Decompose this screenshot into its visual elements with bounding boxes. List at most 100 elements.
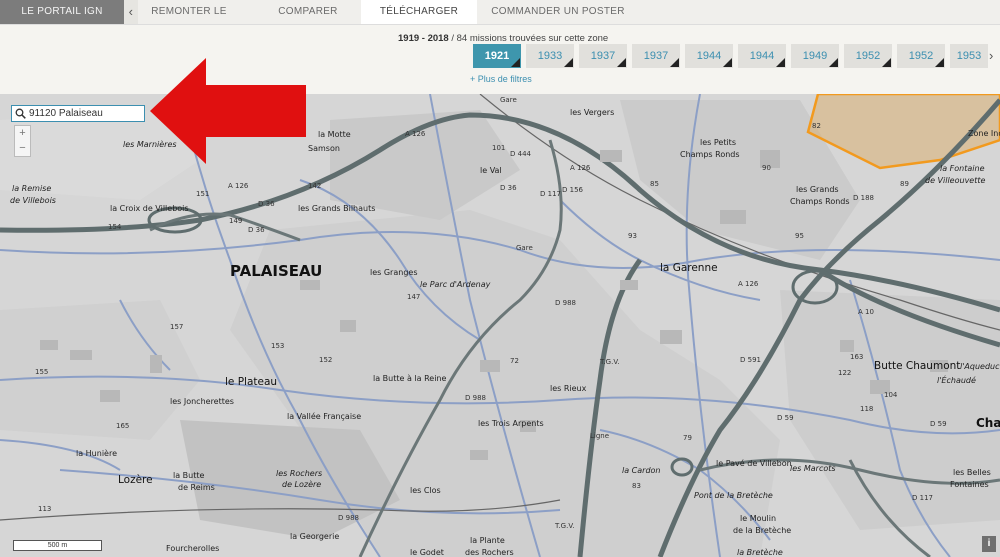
elevation-label: 90 [762, 164, 771, 172]
zoom-out-button[interactable]: − [15, 141, 30, 156]
year-button[interactable]: 1953 [950, 44, 988, 68]
more-filters-link[interactable]: + Plus de filtres [470, 74, 532, 84]
corner-icon [829, 58, 838, 67]
year-button[interactable]: 1952 [844, 44, 892, 68]
map-label-la-vallee-francaise: la Vallée Française [287, 412, 362, 421]
tab-remonter-le-temps[interactable]: REMONTER LE TEMPS [140, 0, 238, 41]
map-label-la-plante: la Plante [470, 536, 505, 545]
map-label-l-echaude: l'Échaudé [937, 376, 976, 385]
chevron-right-icon[interactable]: › [989, 48, 993, 63]
year-button[interactable]: 1921 [473, 44, 521, 68]
map-label-les-grands: les Grands [796, 185, 839, 194]
map-label-les-granges: les Granges [370, 268, 418, 277]
road-label: D 988 [465, 394, 486, 402]
year-label: 1933 [537, 50, 563, 62]
map-label-lozere: Lozère [118, 474, 153, 486]
elevation-label: 163 [850, 353, 864, 361]
elevation-label: 157 [170, 323, 184, 331]
road-label: D 156 [562, 186, 583, 194]
elevation-label: 165 [116, 422, 130, 430]
top-nav: LE PORTAIL IGN ‹ REMONTER LE TEMPS COMPA… [0, 0, 1000, 41]
map-label-les-petits: les Petits [700, 138, 736, 147]
chevron-left-icon[interactable]: ‹ [124, 0, 138, 24]
road-label: D 117 [540, 190, 561, 198]
urban-area [780, 290, 1000, 530]
road-label: D 988 [555, 299, 576, 307]
map-label-la-motte: la Motte [318, 130, 351, 139]
road-label: D 117 [912, 494, 933, 502]
year-label: 1949 [802, 50, 828, 62]
elevation-label: 155 [35, 368, 49, 376]
road-label: D 591 [740, 356, 761, 364]
year-button[interactable]: 1949 [791, 44, 839, 68]
red-arrow-annotation [150, 58, 306, 164]
road-label: A 126 [228, 182, 249, 190]
year-button[interactable]: 1952 [897, 44, 945, 68]
corner-icon [511, 58, 520, 67]
map-label-butte-chaumont: Butte Chaumont [874, 360, 961, 372]
search-field[interactable]: 91120 Palaiseau [11, 105, 145, 122]
elevation-label: 152 [319, 356, 333, 364]
year-label: 1937 [590, 50, 616, 62]
info-button[interactable]: i [982, 536, 996, 552]
road-label: D 59 [930, 420, 947, 428]
search-value: 91120 Palaiseau [29, 108, 103, 119]
tab-telecharger[interactable]: TÉLÉCHARGER [361, 0, 477, 24]
map-label-la-garenne: la Garenne [660, 262, 718, 274]
map-label-fourcherolles: Fourcherolles [166, 544, 220, 553]
map-label-champs-ronds-2: Champs Ronds [790, 197, 850, 206]
year-label: 1952 [908, 50, 934, 62]
map-label-l-aqueduc: l'Aqueduc [960, 362, 1000, 371]
map-label-les-belles: les Belles [953, 468, 991, 477]
map-label-les-clos: les Clos [410, 486, 441, 495]
corner-icon [882, 58, 891, 67]
tab-comparer[interactable]: COMPARER [262, 0, 354, 24]
road-label: D 188 [853, 194, 874, 202]
map-label-les-marcots: les Marcots [790, 464, 836, 473]
map-label-les-rieux: les Rieux [550, 384, 587, 393]
map-label-fontaines: Fontaines [950, 480, 989, 489]
road-label: D 36 [258, 200, 275, 208]
map-label-les-trois-arpents: les Trois Arpents [478, 419, 544, 428]
map-label-palaiseau: PALAISEAU [230, 262, 323, 280]
corner-icon [670, 58, 679, 67]
road-label: A 126 [405, 130, 426, 138]
map-label-de-villeouvette: de Villeouvette [925, 176, 986, 185]
elevation-label: 89 [900, 180, 909, 188]
map-label-la-breteche: la Bretèche [737, 548, 783, 557]
road-label: D 36 [248, 226, 265, 234]
year-label: 1952 [855, 50, 881, 62]
tab-commander-un-poster[interactable]: COMMANDER UN POSTER [490, 0, 626, 24]
elevation-label: 122 [838, 369, 852, 377]
elevation-label: 154 [108, 223, 122, 231]
year-button[interactable]: 1937 [632, 44, 680, 68]
map-label-la-huniere: la Hunière [76, 449, 118, 458]
road-label: T.G.V. [600, 358, 620, 366]
road-label: A 126 [570, 164, 591, 172]
map-label-le-moulin: le Moulin [740, 514, 777, 523]
year-button[interactable]: 1933 [526, 44, 574, 68]
elevation-label: 153 [271, 342, 285, 350]
portal-ign-tab[interactable]: LE PORTAIL IGN [0, 0, 124, 24]
elevation-label: 82 [812, 122, 821, 130]
elevation-label: 151 [196, 190, 210, 198]
map-label-cha: Cha [976, 416, 1000, 430]
road-label: D 59 [777, 414, 794, 422]
year-button[interactable]: 1944 [738, 44, 786, 68]
mission-range: 1919 - 2018 [398, 33, 449, 44]
elevation-label: 113 [38, 505, 52, 513]
map-label-de-villebois: de Villebois [10, 196, 56, 205]
year-label: 1953 [956, 50, 982, 62]
zoom-in-button[interactable]: + [15, 126, 30, 141]
map-label-la-cardon: la Cardon [622, 466, 661, 475]
year-button[interactable]: 1937 [579, 44, 627, 68]
elevation-label: 142 [308, 182, 322, 190]
year-button[interactable]: 1944 [685, 44, 733, 68]
road-label: D 36 [500, 184, 517, 192]
map-label-de-la-breteche: de la Bretèche [733, 526, 792, 535]
road-label: D 988 [338, 514, 359, 522]
map-label-les-joncherettes: les Joncherettes [170, 397, 234, 406]
map-label-pont-breteche: Pont de la Bretèche [694, 491, 773, 500]
elevation-label: 79 [683, 434, 692, 442]
map-label-le-pave: le Pavé de Villebon [716, 459, 792, 468]
